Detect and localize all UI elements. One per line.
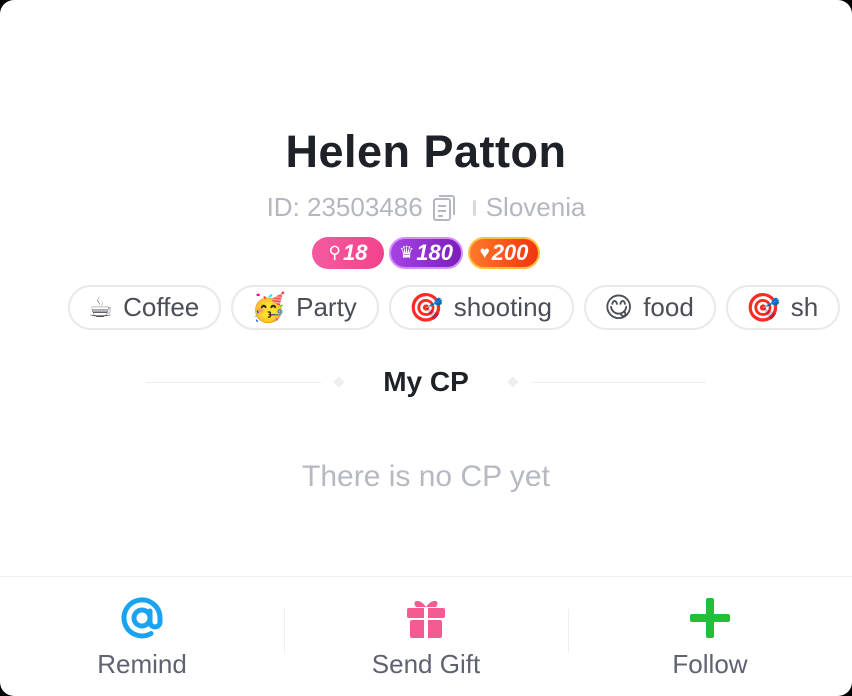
- follow-label: Follow: [672, 649, 748, 679]
- female-icon: ⚲: [328, 243, 341, 262]
- tag-label: Coffee: [123, 292, 200, 322]
- gender-age-badge: ⚲ 18: [312, 237, 384, 269]
- tag-shooting-partial: 🎯 sh: [725, 285, 841, 330]
- party-face-icon: 🥳: [251, 291, 287, 324]
- diamond-ornament: [333, 376, 345, 388]
- id-row: ID: 23503486 Slovenia: [0, 192, 852, 223]
- tag-label: sh: [790, 292, 819, 322]
- age-value: 18: [342, 240, 368, 265]
- at-sign-icon: [121, 597, 163, 639]
- follow-button[interactable]: Follow: [568, 577, 852, 696]
- plus-icon: [690, 598, 730, 638]
- tag-label: food: [643, 292, 694, 322]
- profile-name: Helen Patton: [285, 126, 567, 177]
- level-badge: ♛ 180: [389, 237, 463, 269]
- yum-face-icon: 😋: [604, 291, 634, 324]
- send-gift-button[interactable]: Send Gift: [284, 577, 568, 696]
- charm-badge: ♥ 200: [468, 237, 540, 269]
- badge-row: ⚲ 18 ♛ 180 ♥ 200: [0, 237, 852, 269]
- copy-icon[interactable]: [431, 193, 457, 223]
- tag-coffee: ☕ Coffee: [68, 285, 222, 330]
- tag-label: shooting: [453, 292, 552, 322]
- tag-food: 😋 food: [584, 285, 716, 330]
- send-gift-label: Send Gift: [371, 649, 481, 679]
- target-icon: 🎯: [745, 291, 781, 324]
- tag-shooting: 🎯 shooting: [388, 285, 574, 330]
- profile-card: Helen Patton ID: 23503486 Slovenia ⚲ 18 …: [0, 0, 852, 696]
- user-id: ID: 23503486: [266, 192, 423, 222]
- remind-button[interactable]: Remind: [0, 577, 284, 696]
- target-icon: 🎯: [408, 291, 444, 324]
- action-bar: Remind Send Gift Follow: [0, 576, 852, 696]
- cp-empty-text: There is no CP yet: [302, 460, 550, 493]
- divider-line: [146, 381, 322, 383]
- gift-icon: [407, 600, 445, 638]
- country: Slovenia: [485, 192, 586, 222]
- coffee-icon: ☕: [88, 291, 114, 324]
- tag-label: Party: [296, 292, 357, 322]
- interest-tags: ☕ Coffee 🥳 Party 🎯 shooting 😋 food 🎯 sh: [68, 285, 841, 330]
- crown-icon: ♛: [399, 243, 415, 262]
- cp-title: My CP: [383, 366, 469, 397]
- diamond-ornament: [507, 376, 519, 388]
- level-value: 180: [416, 240, 453, 265]
- divider-line: [530, 381, 706, 383]
- tag-party: 🥳 Party: [231, 285, 379, 330]
- divider: [472, 199, 476, 216]
- heart-icon: ♥: [479, 243, 490, 262]
- cp-section-header: My CP: [0, 366, 852, 398]
- remind-label: Remind: [97, 649, 187, 679]
- charm-value: 200: [491, 240, 529, 265]
